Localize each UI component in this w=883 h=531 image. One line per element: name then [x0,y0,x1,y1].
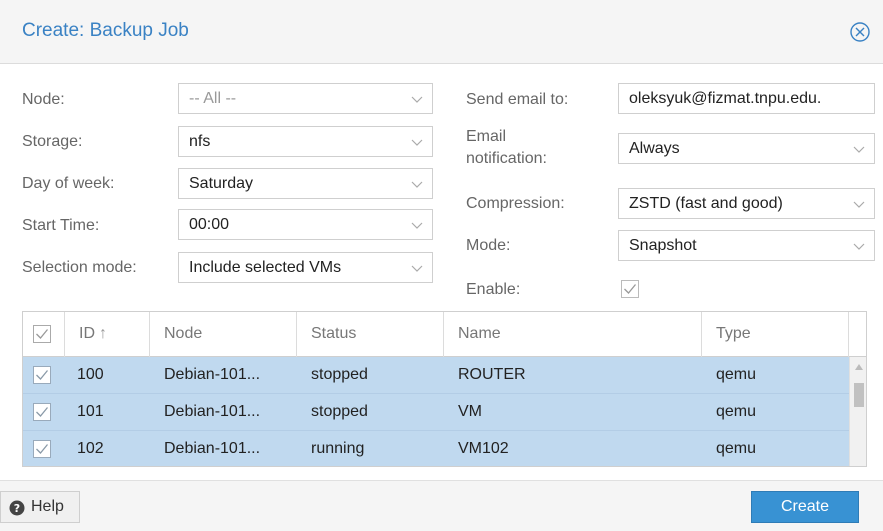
select-all-header[interactable] [23,312,65,357]
day-of-week-label: Day of week: [22,175,115,192]
cell-status: stopped [311,366,368,383]
cell-name: ROUTER [458,366,526,383]
mode-combo[interactable]: Snapshot [618,230,875,261]
email-notification-label-line2: notification: [466,150,547,167]
column-label-name: Name [458,325,501,342]
cell-id: 101 [77,403,104,420]
create-button[interactable]: Create [751,491,859,523]
scroll-up-icon[interactable] [854,363,864,371]
selection-mode-value: Include selected VMs [189,259,342,276]
chevron-down-icon[interactable] [852,197,866,211]
table-row[interactable]: 102 Debian-101... running VM102 qemu [23,431,849,466]
cell-id: 102 [77,440,104,457]
table-row[interactable]: 101 Debian-101... stopped VM qemu [23,394,849,431]
storage-label: Storage: [22,133,83,150]
send-email-value: oleksyuk@fizmat.tnpu.edu. [629,90,822,107]
cell-id: 100 [77,366,104,383]
row-checkbox[interactable] [33,403,51,421]
grid-scrollbar[interactable] [849,357,866,466]
compression-value: ZSTD (fast and good) [629,195,783,212]
cell-name: VM [458,403,482,420]
column-label-status: Status [311,325,357,342]
cell-name: VM102 [458,440,509,457]
column-header-name[interactable]: Name [444,312,702,357]
row-checkbox[interactable] [33,440,51,458]
email-notification-value: Always [629,140,680,157]
select-all-checkbox[interactable] [33,325,51,343]
column-header-type[interactable]: Type [702,312,849,357]
chevron-down-icon[interactable] [852,142,866,156]
day-of-week-combo[interactable]: Saturday [178,168,433,199]
email-notification-label-line1: Email [466,128,507,145]
compression-combo[interactable]: ZSTD (fast and good) [618,188,875,219]
compression-label: Compression: [466,195,565,212]
row-checkbox[interactable] [33,366,51,384]
sort-ascending-icon: ↑ [99,325,107,342]
help-button[interactable]: ? Help [0,491,80,523]
help-button-label: Help [31,498,64,515]
selection-mode-label: Selection mode: [22,259,137,276]
cell-node: Debian-101... [164,366,261,383]
dialog-footer: ? Help Create [0,480,883,531]
email-notification-combo[interactable]: Always [618,133,875,164]
close-icon[interactable] [848,20,872,44]
chevron-down-icon[interactable] [852,239,866,253]
cell-node: Debian-101... [164,403,261,420]
column-header-node[interactable]: Node [150,312,297,357]
cell-type: qemu [716,403,757,420]
dialog-header: Create: Backup Job [0,0,883,64]
chevron-down-icon[interactable] [410,92,424,106]
storage-combo[interactable]: nfs [178,126,433,157]
chevron-down-icon[interactable] [410,218,424,232]
vm-selection-grid: ID ↑ Node Status Name Type 100 Debian-10… [22,311,867,467]
start-time-combo[interactable]: 00:00 [178,209,433,240]
column-label-type: Type [716,325,751,342]
node-label: Node: [22,91,65,108]
cell-type: qemu [716,440,757,457]
column-label-id: ID [79,325,95,342]
chevron-down-icon[interactable] [410,135,424,149]
node-value: -- All -- [189,90,237,107]
cell-node: Debian-101... [164,440,261,457]
backup-job-form: Node: -- All -- Storage: nfs Day of week… [0,64,883,311]
column-header-id[interactable]: ID ↑ [65,312,150,357]
scrollbar-thumb[interactable] [854,383,864,407]
mode-label: Mode: [466,237,511,254]
chevron-down-icon[interactable] [410,177,424,191]
node-combo[interactable]: -- All -- [178,83,433,114]
cell-status: running [311,440,365,457]
enable-checkbox[interactable] [621,280,639,298]
cell-status: stopped [311,403,368,420]
grid-header: ID ↑ Node Status Name Type [23,312,866,357]
day-of-week-value: Saturday [189,175,254,192]
mode-value: Snapshot [629,237,697,254]
send-email-input[interactable]: oleksyuk@fizmat.tnpu.edu. [618,83,875,114]
table-row[interactable]: 100 Debian-101... stopped ROUTER qemu [23,357,849,394]
column-label-node: Node [164,325,203,342]
svg-text:?: ? [14,502,20,515]
cell-type: qemu [716,366,757,383]
storage-value: nfs [189,133,211,150]
dialog-title: Create: Backup Job [22,20,189,41]
enable-label: Enable: [466,281,521,298]
chevron-down-icon[interactable] [410,261,424,275]
send-email-label: Send email to: [466,91,569,108]
question-circle-icon: ? [9,500,25,516]
start-time-label: Start Time: [22,217,100,234]
column-header-status[interactable]: Status [297,312,444,357]
start-time-value: 00:00 [189,216,230,233]
create-button-label: Create [780,498,830,515]
selection-mode-combo[interactable]: Include selected VMs [178,252,433,283]
